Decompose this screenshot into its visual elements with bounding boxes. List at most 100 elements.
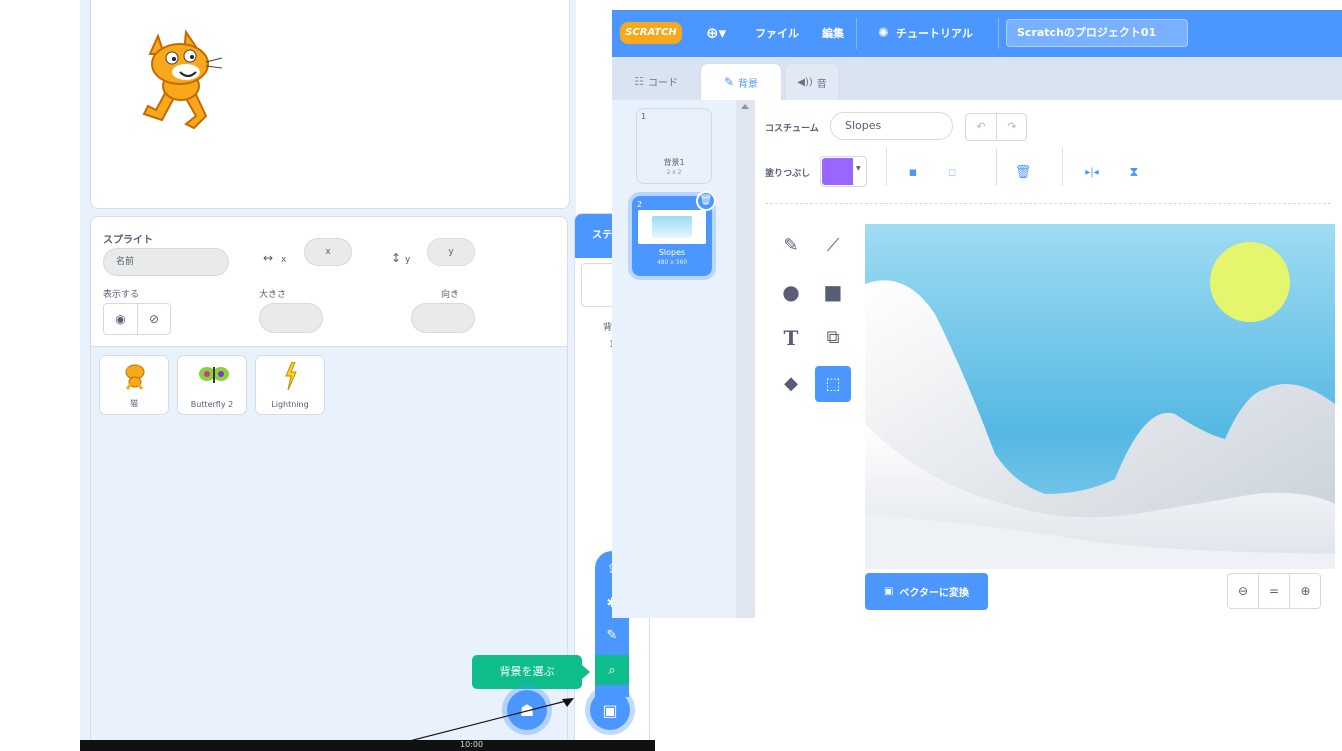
tool-palette: ✎ ⟋ ● ■ T ⧉ ◆ ⬚ [773,224,853,406]
sprite-tile-name: Butterfly 2 [190,400,234,409]
line-tool-icon[interactable]: ⟋ [815,228,851,264]
lightbulb-icon: ✺ [878,26,889,41]
left-screenshot: スプライト 名前 ↔ x x ↕ y y 表示する ◉ ⊘ 大きさ 向き 猫 B… [80,0,655,751]
rectangle-tool-icon[interactable]: ■ [815,274,851,310]
zoom-controls: ⊖ = ⊕ [1227,573,1321,609]
cat-sprite-icon[interactable] [136,28,226,130]
chevron-down-icon: ▼ [856,165,861,172]
fill-tool-icon[interactable]: ⧉ [815,320,851,356]
delete-icon[interactable]: 🗑 [1005,156,1041,188]
x-field[interactable]: x [304,238,352,266]
code-blocks-icon: ☷ [634,75,644,88]
lightning-thumbnail-icon [285,362,297,390]
brush-icon: ✎ [723,75,735,89]
circle-tool-icon[interactable]: ● [773,274,809,310]
costume-size: 2 x 2 [666,169,682,176]
zoom-in-icon[interactable]: ⊕ [1290,574,1321,608]
undo-icon[interactable]: ↶ [966,114,997,140]
y-label: y [405,255,411,265]
sprite-label: スプライト [103,235,153,246]
show-label: 表示する [103,290,140,300]
size-label: 大きさ [259,290,287,300]
horizontal-arrows-icon: ↔ [263,251,274,265]
costume-index: 2 [637,200,643,209]
image-plus-icon: ▣ [602,700,618,720]
tab-backdrops-label: 背景 [738,78,759,90]
tab-sounds[interactable]: ◀)) 音 [784,63,840,100]
flip-vertical-icon[interactable]: ⧗ [1116,156,1152,188]
size-field[interactable] [259,303,323,333]
fill-label: 塗りつぶし [765,169,811,179]
costume-name-input[interactable]: Slopes [830,112,953,140]
tab-code[interactable]: ☷ コード [614,63,698,100]
paint-brush-icon[interactable]: ✎ [595,621,629,649]
speaker-icon: ◀)) [797,76,813,88]
search-icon[interactable]: ⌕ [595,655,629,685]
paste-icon[interactable]: ▫ [934,156,970,188]
fill-color-swatch [822,158,853,185]
costume-name: Slopes [658,248,686,257]
tab-sounds-label: 音 [816,78,827,90]
sprite-tile-lightning[interactable]: Lightning [255,355,325,415]
slopes-backdrop-image [865,224,1335,569]
file-menu[interactable]: ファイル [755,10,799,57]
paint-canvas[interactable] [865,224,1335,569]
sprite-name-field[interactable]: 名前 [103,248,229,276]
select-tool-icon[interactable]: ⬚ [815,366,851,402]
text-tool-icon[interactable]: T [773,320,809,356]
stage-canvas[interactable] [90,0,570,209]
tooltip-arrow [582,665,590,679]
edit-menu[interactable]: 編集 [822,10,844,57]
scratch-logo[interactable]: SCRATCH [620,22,682,44]
toolbar-divider [1062,148,1063,186]
paint-editor: コスチューム Slopes ↶ ↷ 塗りつぶし ▼ ▪ ▫ 🗑 ▸|◂ ⧗ ✎ … [755,100,1342,618]
costume-index: 1 [641,112,647,121]
costume-list-scrollbar[interactable] [736,100,755,618]
vertical-arrows-icon: ↕ [391,251,402,265]
tab-backdrops[interactable]: ✎ 背景 [700,63,782,100]
sprite-tile-butterfly[interactable]: Butterfly 2 [177,355,247,415]
costume-list-scroll: 1 背景1 2 x 2 2 Slopes 480 x 360 🗑 [612,100,734,618]
add-backdrop-button[interactable]: ▣ [590,690,630,730]
y-field[interactable]: y [427,238,475,266]
direction-label: 向き [441,290,460,300]
brush-tool-icon[interactable]: ✎ [773,228,809,264]
costume-size: 480 x 360 [656,259,688,266]
tab-code-label: コード [647,78,678,89]
undo-redo-group: ↶ ↷ [965,113,1027,141]
menu-divider [998,18,999,49]
flip-horizontal-icon[interactable]: ▸|◂ [1074,156,1110,188]
costume-thumbnail [638,210,706,244]
os-taskbar: 10:00 [80,740,655,751]
convert-button-label: ベクターに変換 [899,588,970,599]
menu-divider [856,18,857,49]
costume-list: 1 背景1 2 x 2 2 Slopes 480 x 360 🗑 [612,100,755,618]
butterfly-thumbnail-icon [199,367,229,383]
globe-icon[interactable]: ⊕▾ [706,10,726,57]
redo-icon[interactable]: ↷ [997,114,1027,140]
costume-name: 背景1 [663,158,685,167]
scroll-up-icon[interactable] [741,104,749,109]
eye-icon[interactable]: ◉ [104,304,138,334]
visibility-toggle: ◉ ⊘ [103,303,171,335]
convert-to-vector-button[interactable]: ▣ ベクターに変換 [865,573,988,610]
menu-bar: SCRATCH ⊕▾ ファイル 編集 ✺ チュートリアル Scratchのプロジ… [612,10,1342,57]
zoom-reset-button[interactable]: = [1259,574,1290,608]
costume-item[interactable]: 1 背景1 2 x 2 [636,108,712,184]
eye-slash-icon[interactable]: ⊘ [138,304,170,334]
direction-field[interactable] [411,303,475,333]
sprite-info-panel: スプライト 名前 ↔ x x ↕ y y 表示する ◉ ⊘ 大きさ 向き [91,217,567,347]
delete-costume-icon[interactable]: 🗑 [696,191,716,211]
toolbar-separator [765,203,1331,204]
tutorials-menu[interactable]: チュートリアル [896,10,973,57]
eraser-tool-icon[interactable]: ◆ [773,366,809,402]
choose-backdrop-tooltip: 背景を選ぶ [472,655,582,689]
toolbar-divider [996,148,997,186]
fill-color-picker[interactable]: ▼ [820,156,867,187]
slopes-thumbnail-image [652,216,692,238]
project-title-input[interactable]: Scratchのプロジェクト01 [1006,19,1188,47]
editor-tabs: ☷ コード ✎ 背景 ◀)) 音 [612,57,1342,100]
sprite-tile-cat[interactable]: 猫 [99,355,169,415]
copy-icon[interactable]: ▪ [895,156,931,188]
zoom-out-icon[interactable]: ⊖ [1228,574,1259,608]
